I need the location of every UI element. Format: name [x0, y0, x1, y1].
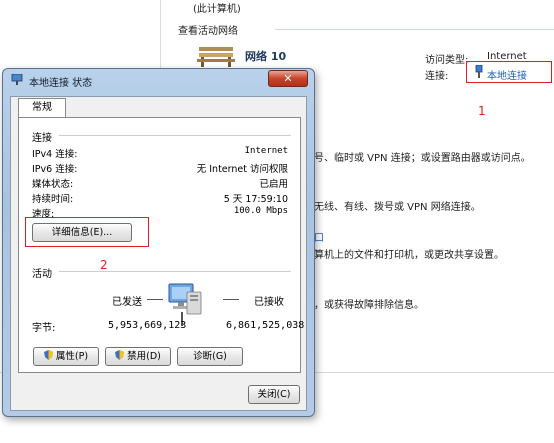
connection-label: 连接:: [425, 71, 449, 82]
properties-button-label: 属性(P): [55, 351, 89, 362]
computer-label: (此计算机): [193, 4, 241, 15]
dialog-title: 本地连接 状态: [29, 78, 93, 89]
network-bench-icon: [197, 47, 235, 67]
ipv4-label: IPv4 连接:: [32, 149, 78, 160]
shield-icon: [43, 350, 53, 360]
network-connection-icon: [475, 65, 483, 78]
general-panel: 连接 IPv4 连接: Internet IPv6 连接: 无 Internet…: [18, 117, 305, 373]
media-state-value: 已启用: [259, 179, 288, 190]
properties-button[interactable]: 属性(P): [33, 347, 99, 366]
received-dash: [223, 299, 239, 300]
ipv6-value: 无 Internet 访问权限: [196, 164, 288, 175]
bytes-label: 字节:: [32, 323, 56, 334]
close-button[interactable]: 关闭(C): [248, 385, 300, 404]
section-divider: [275, 29, 554, 30]
speed-value: 100.0 Mbps: [233, 206, 288, 216]
close-icon[interactable]: ✕: [268, 70, 308, 87]
troubleshoot-text: ，或获得故障排除信息。: [314, 300, 424, 311]
access-type-label: 访问类型:: [425, 55, 469, 66]
media-state-label: 媒体状态:: [32, 179, 74, 190]
tab-general[interactable]: 常规: [18, 98, 66, 118]
annotation-box-2: [25, 217, 149, 247]
ipv6-label: IPv6 连接:: [32, 164, 78, 175]
bytes-sent-value: 5,953,669,123: [108, 320, 187, 331]
adapter-icon: [11, 74, 23, 85]
sharing-text: 算机上的文件和打印机，或更改共享设置。: [314, 250, 504, 261]
diagnose-button[interactable]: 诊断(G): [177, 347, 243, 366]
active-networks-title: 查看活动网络: [178, 26, 238, 37]
local-connection-status-dialog: 本地连接 状态 ✕ 常规 连接 IPv4 连接: Internet IPv6 连…: [2, 68, 315, 417]
activity-section-line: [59, 271, 291, 272]
duration-value: 5 天 17:59:10: [223, 194, 288, 205]
received-label: 已接收: [254, 297, 284, 308]
network-name: 网络 10: [245, 50, 287, 63]
dialog-client-area: 常规 连接 IPv4 连接: Internet IPv6 连接: 无 Inter…: [10, 96, 307, 411]
connection-section-label: 连接: [32, 133, 52, 144]
bytes-received-value: 6,861,525,038: [226, 320, 305, 331]
shield-icon: [115, 350, 125, 360]
local-connection-link[interactable]: 本地连接: [487, 67, 527, 82]
dialog-titlebar[interactable]: 本地连接 状态 ✕: [3, 69, 314, 91]
connection-section-line: [59, 135, 291, 136]
duration-label: 持续时间:: [32, 194, 74, 205]
sent-dash: [147, 299, 163, 300]
ipv4-value: Internet: [244, 146, 288, 156]
homegroup-link[interactable]: 口: [314, 229, 324, 244]
setup-connection-text: 号、临时或 VPN 连接；或设置路由器或访问点。: [314, 153, 531, 164]
disable-button-label: 禁用(D): [127, 351, 161, 362]
connect-network-text: 无线、有线、拨号或 VPN 网络连接。: [314, 202, 481, 213]
activity-section-label: 活动: [32, 269, 52, 280]
sent-label: 已发送: [112, 297, 142, 308]
annotation-number-2: 2: [100, 258, 108, 272]
disable-button[interactable]: 禁用(D): [105, 347, 171, 366]
annotation-number-1: 1: [478, 104, 486, 118]
